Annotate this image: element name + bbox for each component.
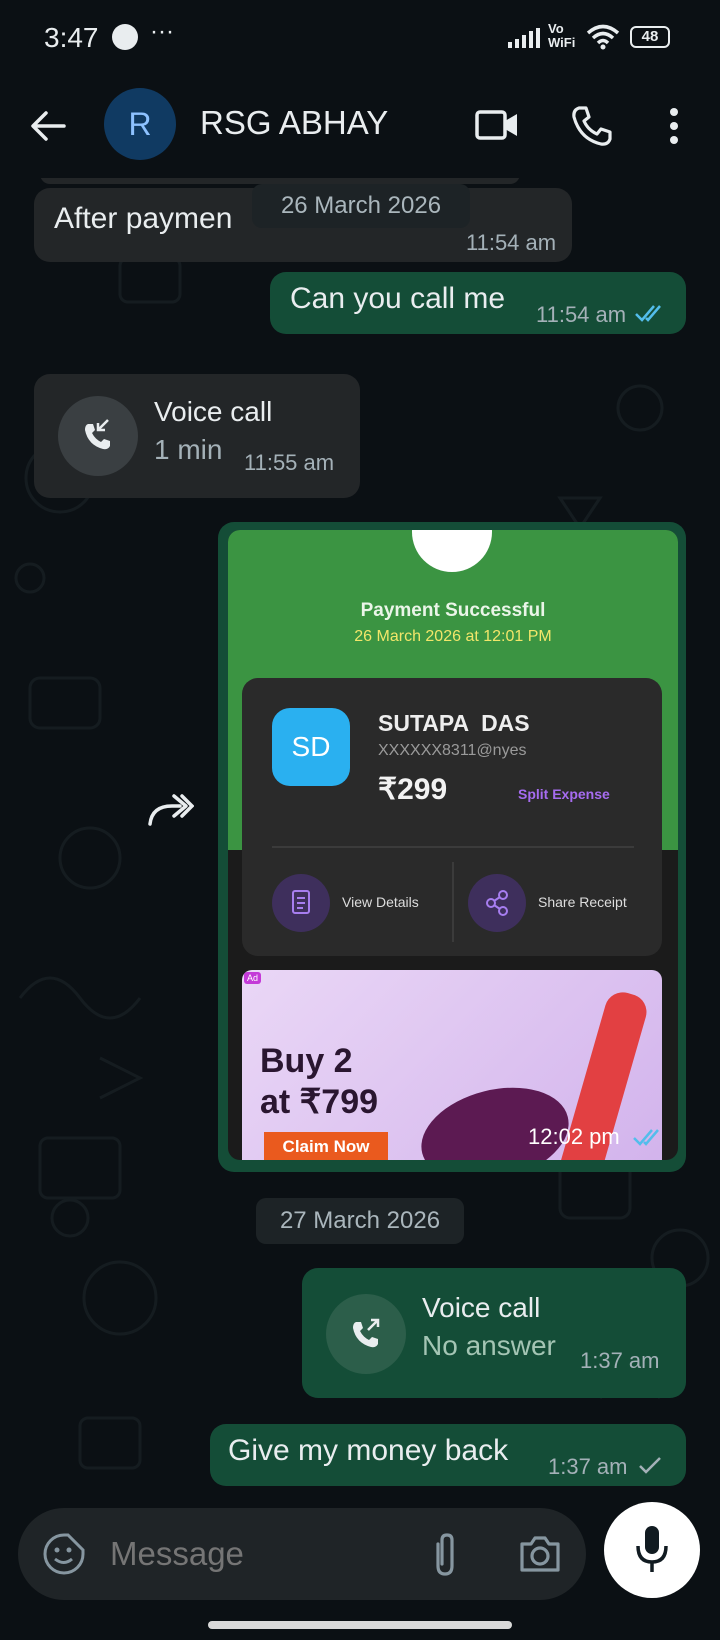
more-notifications-indicator: ··· — [150, 18, 174, 45]
message-time: 1:37 am — [548, 1454, 628, 1479]
ad-badge: Ad — [244, 972, 262, 984]
read-receipt-icon — [635, 305, 661, 322]
payee-upi-id: XXXXXX8311@nyes — [378, 742, 527, 759]
payment-details-card: SD SUTAPA DAS XXXXXX8311@nyes ₹299 Split… — [242, 678, 662, 956]
incoming-call-icon — [85, 419, 110, 450]
attach-icon[interactable] — [428, 1530, 462, 1580]
wifi-icon — [586, 24, 620, 50]
outgoing-call-icon — [353, 1318, 380, 1348]
vowifi-indicator: Vo WiFi — [548, 22, 575, 50]
vowifi-line1: Vo — [548, 21, 564, 36]
success-check-circle — [412, 530, 492, 572]
read-receipt-icon — [633, 1129, 659, 1146]
incoming-call-icon-circle — [58, 396, 138, 476]
payment-amount: ₹299 — [378, 773, 448, 806]
message-time: 12:02 pm — [528, 1124, 620, 1149]
message-composer — [18, 1508, 586, 1600]
message-bubble-outgoing[interactable]: Give my money back 1:37 am — [210, 1424, 686, 1486]
message-time: 11:55 am — [244, 450, 335, 475]
payment-receipt-image[interactable]: Payment Successful 26 March 2026 at 12:0… — [228, 530, 678, 1160]
card-vertical-divider — [452, 862, 454, 942]
payee-name: SUTAPA DAS — [378, 710, 530, 736]
share-receipt-icon — [468, 874, 526, 932]
vowifi-line2: WiFi — [548, 35, 576, 50]
message-time: 1:37 am — [580, 1348, 660, 1373]
signal-icon — [508, 28, 540, 48]
share-receipt-label: Share Receipt — [538, 894, 627, 910]
outgoing-call-icon-circle — [326, 1294, 406, 1374]
message-text: After paymen — [54, 202, 233, 235]
message-time: 11:54 am — [536, 302, 627, 327]
call-status: No answer — [422, 1330, 556, 1361]
message-text: Can you call me — [290, 282, 506, 315]
contact-name[interactable]: RSG ABHAY — [200, 104, 388, 142]
split-expense-link: Split Expense — [518, 786, 610, 802]
voice-call-icon[interactable] — [570, 104, 614, 148]
card-divider — [272, 846, 634, 848]
call-duration: 1 min — [154, 434, 223, 465]
back-arrow-icon[interactable] — [28, 106, 68, 146]
payment-status: Payment Successful — [360, 600, 546, 621]
message-time: 11:54 am — [466, 230, 557, 255]
emoji-sticker-icon[interactable] — [42, 1532, 86, 1576]
view-details-label: View Details — [342, 894, 419, 910]
ad-headline-line2: at ₹799 — [260, 1083, 379, 1121]
camera-icon[interactable] — [518, 1534, 562, 1574]
ad-headline-line1: Buy 2 — [260, 1042, 353, 1080]
payee-initials-avatar: SD — [272, 708, 350, 786]
ad-claim-button: Claim Now — [264, 1132, 388, 1160]
more-options-icon[interactable] — [664, 104, 684, 148]
status-time: 3:47 — [44, 22, 99, 53]
gesture-nav-bar[interactable] — [208, 1621, 512, 1629]
message-text: Give my money back — [228, 1434, 509, 1467]
call-title: Voice call — [154, 396, 273, 427]
payment-datetime: 26 March 2026 at 12:01 PM — [354, 628, 552, 645]
status-bar: 3:47 ··· Vo WiFi 48 — [0, 0, 720, 80]
voice-call-bubble-outgoing[interactable]: Voice call No answer 1:37 am — [302, 1268, 686, 1398]
contact-avatar[interactable]: R — [104, 88, 176, 160]
app-notification-icon — [112, 24, 138, 50]
date-separator: 26 March 2026 — [252, 184, 470, 228]
message-input[interactable] — [108, 1530, 402, 1578]
forward-icon[interactable] — [146, 790, 194, 830]
date-separator: 27 March 2026 — [256, 1198, 464, 1244]
view-details-icon — [272, 874, 330, 932]
message-bubble-outgoing[interactable]: Can you call me 11:54 am — [270, 272, 686, 334]
sent-tick-icon — [639, 1457, 661, 1474]
video-call-icon[interactable] — [474, 104, 520, 146]
voice-message-button[interactable] — [604, 1502, 700, 1598]
call-title: Voice call — [422, 1292, 541, 1323]
battery-indicator: 48 — [630, 26, 670, 48]
voice-call-bubble-incoming[interactable]: Voice call 1 min 11:55 am — [34, 374, 360, 498]
microphone-icon — [636, 1526, 668, 1572]
chat-header: R RSG ABHAY — [0, 80, 720, 178]
